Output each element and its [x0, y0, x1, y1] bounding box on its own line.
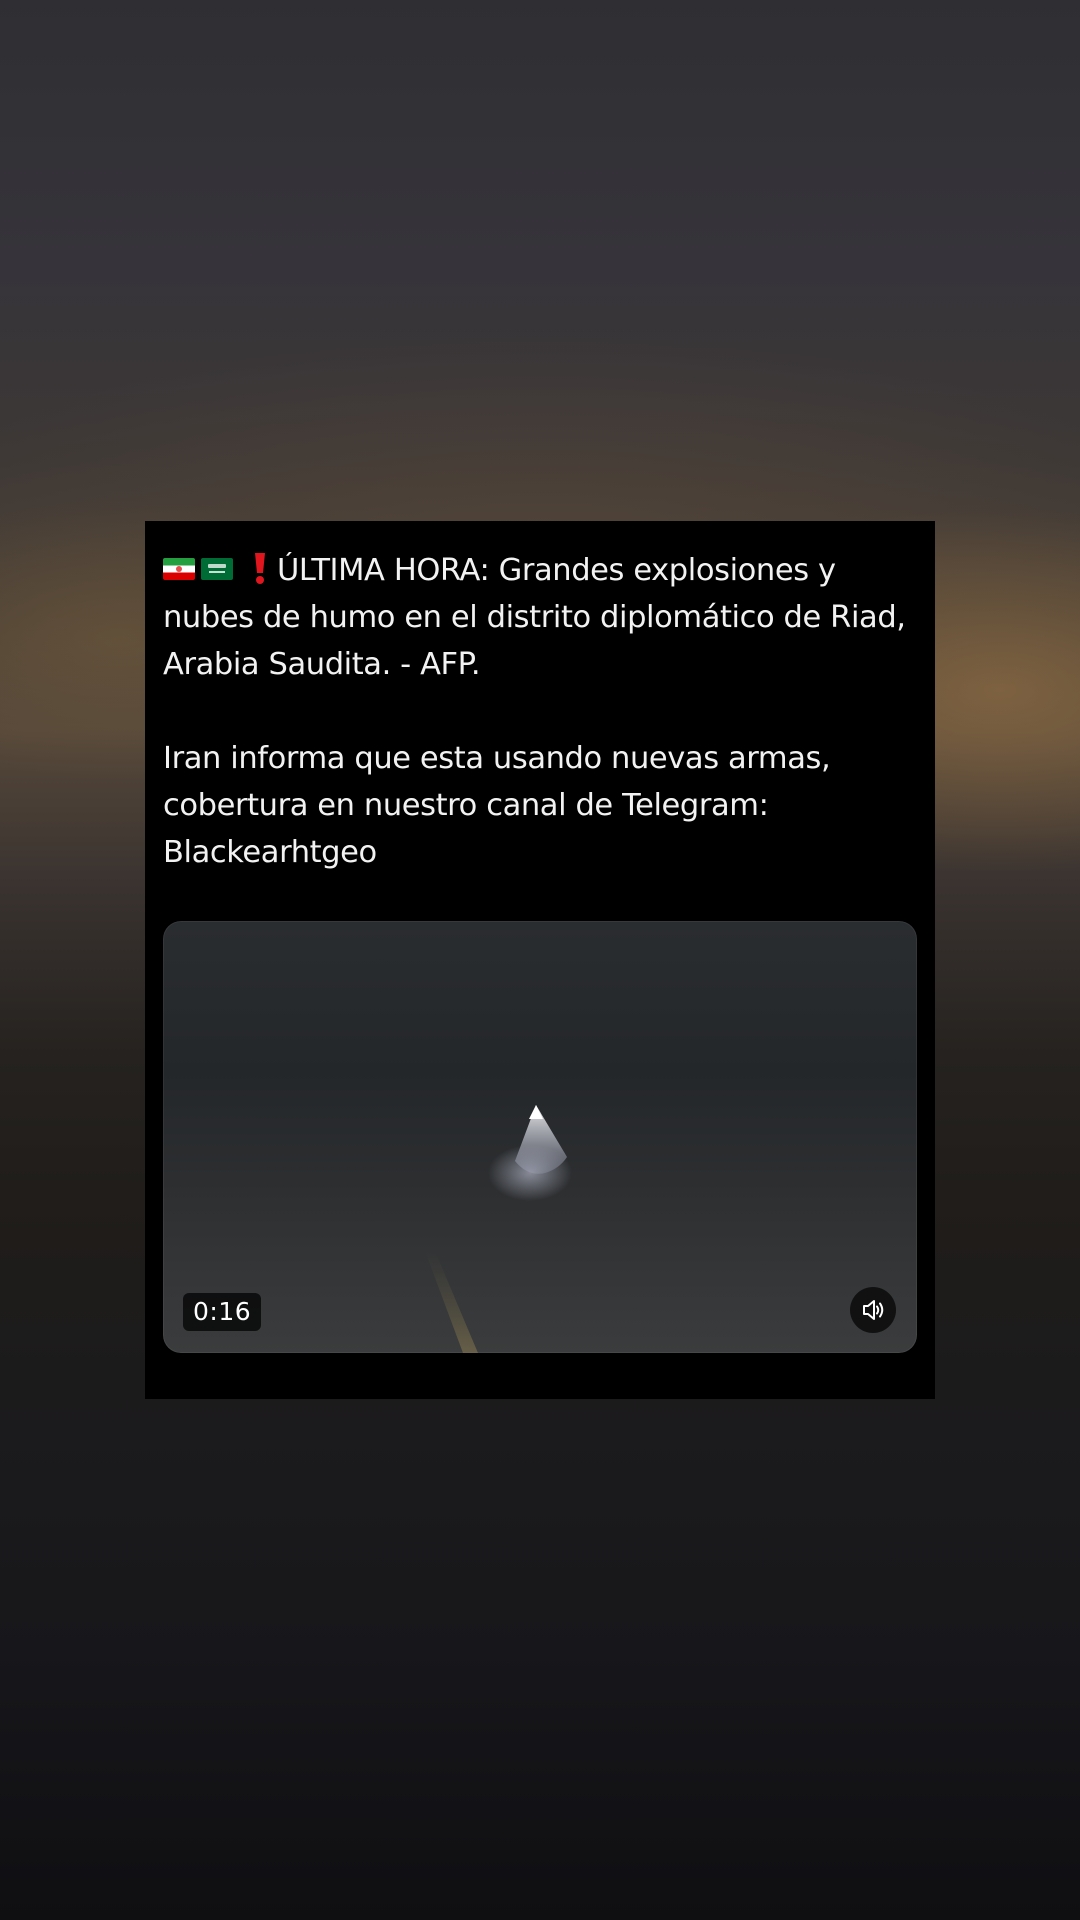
post-body: Iran informa que esta usando nuevas arma… [163, 741, 831, 870]
post-headline: ÚLTIMA HORA: Grandes explosiones y nubes… [163, 553, 906, 682]
post-card: ÚLTIMA HORA: Grandes explosiones y nubes… [145, 521, 935, 1399]
speaker-volume-icon [863, 1300, 884, 1320]
video-frame [425, 1105, 567, 1353]
volume-button[interactable] [850, 1287, 896, 1333]
saudi-arabia-flag-icon [201, 557, 233, 580]
video-player[interactable]: 0:16 [163, 921, 917, 1353]
iran-flag-icon [163, 557, 195, 580]
video-duration-badge: 0:16 [183, 1293, 262, 1331]
post-text: ÚLTIMA HORA: Grandes explosiones y nubes… [163, 547, 923, 876]
post-headline-paragraph: ÚLTIMA HORA: Grandes explosiones y nubes… [163, 547, 923, 688]
red-exclamation-icon [255, 552, 265, 584]
blurred-background: ÚLTIMA HORA: Grandes explosiones y nubes… [0, 0, 1080, 1920]
